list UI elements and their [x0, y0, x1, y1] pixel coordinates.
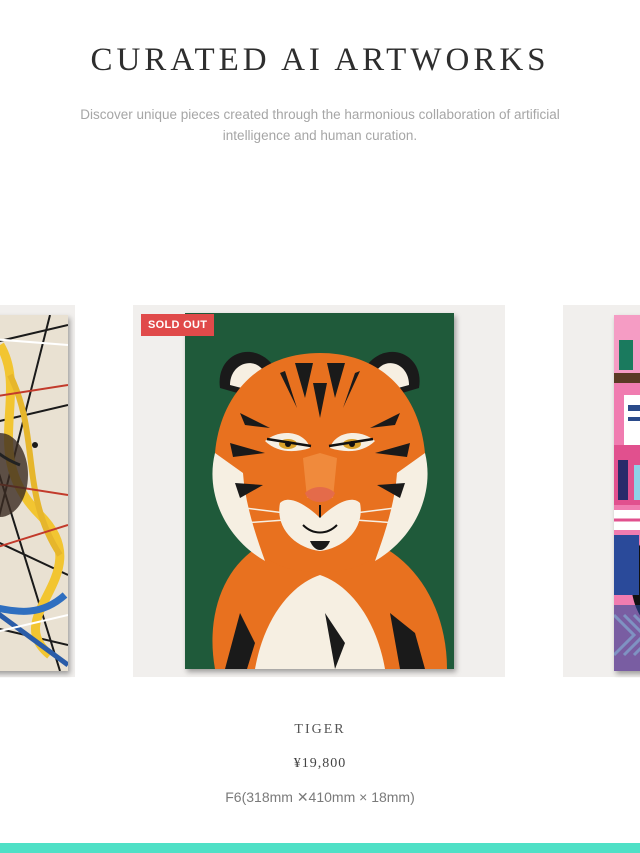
artwork-carousel[interactable]: SOLD OUT — [0, 305, 640, 678]
subtitle-line-1: Discover unique pieces created through t… — [80, 107, 560, 122]
page-subtitle: Discover unique pieces created through t… — [60, 104, 580, 146]
artwork-card-tiger[interactable]: SOLD OUT — [133, 305, 505, 677]
colorful-collage-artwork-image — [614, 315, 640, 671]
artwork-name[interactable]: TIGER — [0, 722, 640, 738]
footer-accent-bar — [0, 843, 640, 853]
artwork-size: F6(318mm ✕410mm × 18mm) — [225, 789, 415, 805]
abstract-splatter-artwork-image — [0, 315, 68, 671]
artwork-card-previous[interactable] — [0, 305, 75, 677]
subtitle-line-2: intelligence and human curation. — [222, 128, 418, 143]
artwork-card-next[interactable] — [563, 305, 640, 677]
tiger-artwork-image — [185, 313, 454, 669]
sold-out-badge: SOLD OUT — [141, 314, 215, 336]
artwork-price: ¥19,800 — [293, 756, 347, 771]
page-title: CURATED AI ARTWORKS — [90, 42, 550, 78]
